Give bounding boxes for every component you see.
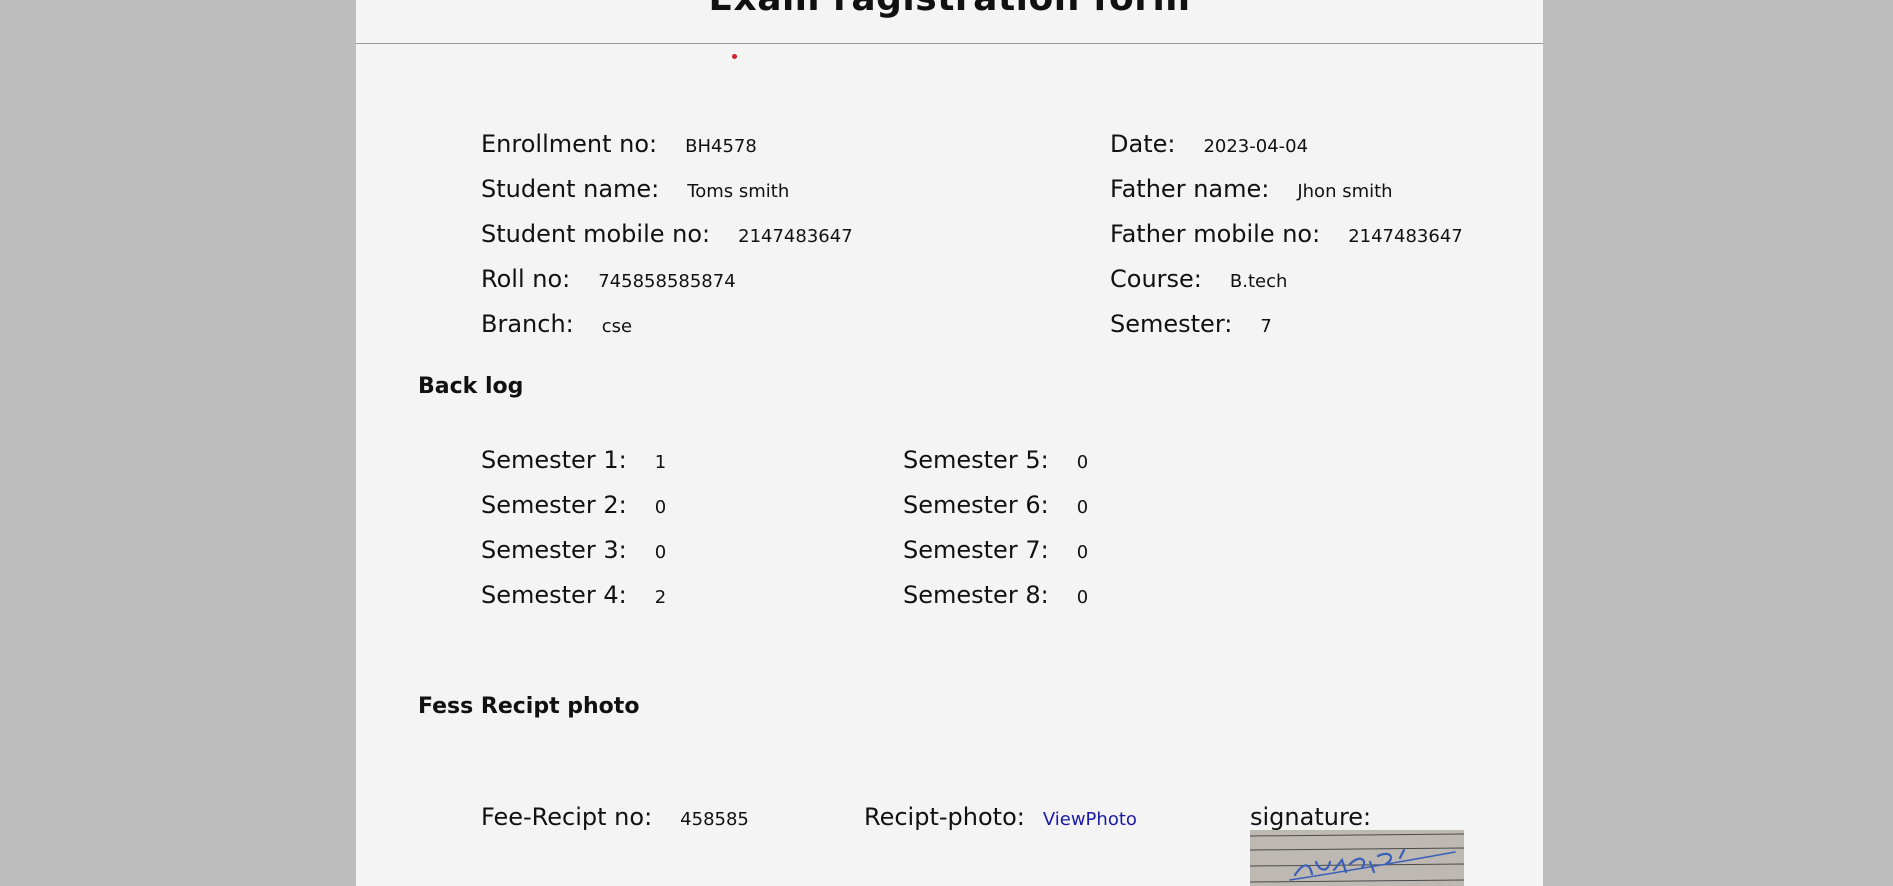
- semester-row: Semester: 7: [1110, 310, 1272, 338]
- backlog-sem8-label: Semester 8:: [903, 581, 1049, 609]
- backlog-sem7-row: Semester 7: 0: [903, 536, 1088, 564]
- student-name-row: Student name: Toms smith: [481, 175, 789, 203]
- receipt-photo-label: Recipt-photo:: [864, 803, 1025, 831]
- enrollment-row: Enrollment no: BH4578: [481, 130, 757, 158]
- father-name-value: Jhon smith: [1297, 181, 1393, 202]
- backlog-sem2-value: 0: [654, 497, 667, 518]
- view-photo-link[interactable]: ViewPhoto: [1043, 809, 1137, 830]
- father-mobile-label: Father mobile no:: [1110, 220, 1321, 248]
- student-name-label: Student name:: [481, 175, 660, 203]
- receipt-no-label: Fee-Recipt no:: [481, 803, 653, 831]
- page-title: Exam ragistration form: [356, 0, 1543, 19]
- semester-value: 7: [1260, 316, 1272, 337]
- semester-label: Semester:: [1110, 310, 1233, 338]
- roll-row: Roll no: 745858585874: [481, 265, 736, 293]
- fees-heading: Fess Recipt photo: [418, 694, 640, 719]
- date-row: Date: 2023-04-04: [1110, 130, 1308, 158]
- signature-drawing: [1250, 830, 1464, 886]
- backlog-sem1-row: Semester 1: 1: [481, 446, 666, 474]
- branch-label: Branch:: [481, 310, 574, 338]
- father-mobile-value: 2147483647: [1348, 226, 1463, 247]
- student-mobile-label: Student mobile no:: [481, 220, 711, 248]
- signature-image: [1250, 830, 1464, 886]
- backlog-heading: Back log: [418, 374, 524, 399]
- backlog-sem4-label: Semester 4:: [481, 581, 627, 609]
- backlog-sem1-label: Semester 1:: [481, 446, 627, 474]
- backlog-sem5-label: Semester 5:: [903, 446, 1049, 474]
- course-label: Course:: [1110, 265, 1202, 293]
- roll-label: Roll no:: [481, 265, 571, 293]
- exam-form-page: Exam ragistration form Enrollment no: BH4…: [356, 0, 1543, 886]
- receipt-photo-row: Recipt-photo: ViewPhoto: [864, 803, 1137, 831]
- backlog-sem7-label: Semester 7:: [903, 536, 1049, 564]
- student-mobile-row: Student mobile no: 2147483647: [481, 220, 853, 248]
- backlog-sem4-value: 2: [654, 587, 667, 608]
- title-divider: [356, 43, 1543, 44]
- backlog-sem2-row: Semester 2: 0: [481, 491, 666, 519]
- father-mobile-row: Father mobile no: 2147483647: [1110, 220, 1463, 248]
- backlog-sem5-value: 0: [1076, 452, 1089, 473]
- enrollment-label: Enrollment no:: [481, 130, 658, 158]
- receipt-no-row: Fee-Recipt no: 458585: [481, 803, 749, 831]
- backlog-sem4-row: Semester 4: 2: [481, 581, 666, 609]
- backlog-sem2-label: Semester 2:: [481, 491, 627, 519]
- student-name-value: Toms smith: [687, 181, 790, 202]
- backlog-sem6-value: 0: [1076, 497, 1089, 518]
- backlog-sem3-row: Semester 3: 0: [481, 536, 666, 564]
- backlog-sem8-row: Semester 8: 0: [903, 581, 1088, 609]
- course-value: B.tech: [1229, 271, 1288, 292]
- father-name-row: Father name: Jhon smith: [1110, 175, 1393, 203]
- roll-value: 745858585874: [598, 271, 736, 292]
- signature-row: signature:: [1250, 803, 1371, 831]
- receipt-no-value: 458585: [680, 809, 749, 830]
- backlog-sem6-row: Semester 6: 0: [903, 491, 1088, 519]
- student-mobile-value: 2147483647: [738, 226, 853, 247]
- branch-row: Branch: cse: [481, 310, 632, 338]
- backlog-sem3-value: 0: [654, 542, 667, 563]
- father-name-label: Father name:: [1110, 175, 1270, 203]
- date-label: Date:: [1110, 130, 1176, 158]
- enrollment-value: BH4578: [685, 136, 757, 157]
- signature-label: signature:: [1250, 803, 1372, 831]
- backlog-sem5-row: Semester 5: 0: [903, 446, 1088, 474]
- backlog-sem6-label: Semester 6:: [903, 491, 1049, 519]
- backlog-sem3-label: Semester 3:: [481, 536, 627, 564]
- backlog-sem8-value: 0: [1076, 587, 1089, 608]
- branch-value: cse: [601, 316, 633, 337]
- backlog-sem1-value: 1: [654, 452, 667, 473]
- date-value: 2023-04-04: [1203, 136, 1309, 157]
- course-row: Course: B.tech: [1110, 265, 1287, 293]
- backlog-sem7-value: 0: [1076, 542, 1089, 563]
- red-dot-marker: [732, 54, 737, 59]
